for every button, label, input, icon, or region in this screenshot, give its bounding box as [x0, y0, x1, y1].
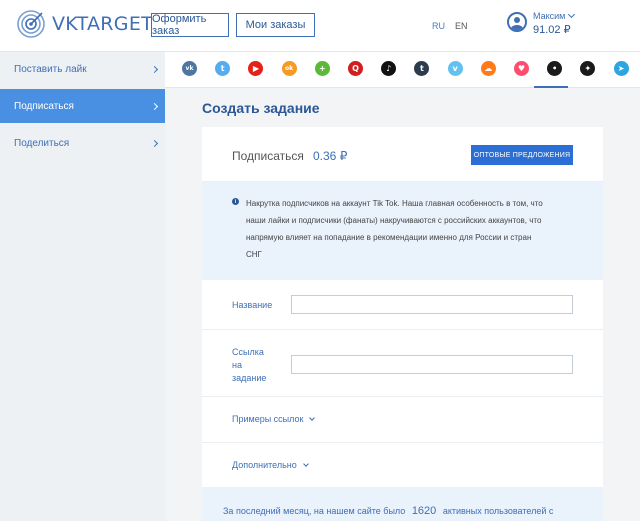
stats-prefix: За последний месяц, на нашем сайте было: [223, 506, 406, 516]
twitter-icon[interactable]: t: [215, 61, 231, 76]
task-type-name: Подписаться: [232, 149, 304, 163]
lang-en-link[interactable]: EN: [455, 21, 468, 31]
green-plus-icon[interactable]: +: [314, 61, 330, 76]
wholesale-offers-button[interactable]: ОПТОВЫЕ ПРЕДЛОЖЕНИЯ: [471, 145, 573, 165]
sidebar: Поставить лайк Подписаться Поделиться: [0, 52, 165, 521]
info-block: i Накрутка подписчиков на аккаунт Tik To…: [202, 182, 603, 280]
additional-label: Дополнительно: [232, 460, 297, 470]
sidebar-item-subscribe[interactable]: Подписаться: [0, 89, 165, 123]
tiktok-icon[interactable]: ♪: [381, 61, 397, 76]
chevron-down-icon: [568, 10, 576, 19]
likee-icon[interactable]: ♥: [514, 61, 529, 76]
page-title: Создать задание: [202, 100, 320, 116]
stats-text: За последний месяц, на нашем сайте было …: [223, 505, 553, 517]
chevron-right-icon: [150, 65, 159, 73]
user-avatar-icon: [507, 12, 527, 32]
logo[interactable]: VKTARGET: [16, 9, 153, 39]
link-label-line: на: [232, 360, 242, 370]
link-label-line: Ссылка: [232, 347, 264, 357]
user-name-text: Максим: [533, 11, 566, 21]
top-header: VKTARGET Оформить заказ Мои заказы RU EN…: [0, 0, 640, 52]
link-label: Ссылка на задание: [232, 346, 266, 385]
vimeo-icon[interactable]: v: [447, 61, 463, 76]
examples-row: Примеры ссылок: [202, 397, 603, 443]
odnoklassniki-icon[interactable]: ok: [281, 61, 297, 76]
user-name[interactable]: Максим: [533, 10, 576, 21]
info-line: Накрутка подписчиков на аккаунт Tik Tok.…: [246, 199, 543, 208]
order-button[interactable]: Оформить заказ: [151, 13, 229, 37]
social-network-tabs: vk t ▶ ok + Q ♪ t v ☁ ♥ • ✦ ➤: [165, 52, 640, 88]
my-orders-button[interactable]: Мои заказы: [236, 13, 315, 37]
chevron-down-icon: [309, 414, 316, 421]
name-label: Название: [232, 300, 273, 310]
logo-text: VKTARGET: [52, 13, 154, 35]
user-balance: 91.02 ₽: [533, 24, 571, 36]
tumblr-icon[interactable]: t: [414, 61, 430, 76]
chevron-down-icon: [302, 460, 309, 467]
info-text: Накрутка подписчиков на аккаунт Tik Tok.…: [246, 195, 586, 263]
active-tab-underline: [534, 86, 568, 88]
soundcloud-icon[interactable]: ☁: [480, 61, 496, 76]
name-input[interactable]: [291, 295, 573, 314]
telegram-icon[interactable]: ➤: [613, 61, 629, 76]
name-row: Название: [202, 280, 603, 330]
quora-icon[interactable]: Q: [348, 61, 363, 76]
additional-toggle[interactable]: Дополнительно: [232, 460, 309, 470]
task-header: Подписаться 0.36 ₽ ОПТОВЫЕ ПРЕДЛОЖЕНИЯ: [202, 127, 603, 182]
user-info: Максим 91.02 ₽: [533, 10, 576, 36]
sidebar-item-share[interactable]: Поделиться: [0, 126, 165, 160]
info-line: СНГ: [246, 250, 262, 259]
user-menu[interactable]: Максим 91.02 ₽: [507, 10, 576, 36]
sidebar-item-label: Подписаться: [14, 100, 74, 112]
vk-icon[interactable]: vk: [182, 61, 197, 76]
task-link-input[interactable]: [291, 355, 573, 374]
examples-label: Примеры ссылок: [232, 414, 304, 424]
info-line: наши лайки и подписчики (фанаты) накручи…: [246, 216, 542, 225]
create-task-card: Подписаться 0.36 ₽ ОПТОВЫЕ ПРЕДЛОЖЕНИЯ i…: [202, 127, 603, 521]
sidebar-item-like[interactable]: Поставить лайк: [0, 52, 165, 86]
chevron-right-icon: [150, 139, 159, 147]
sidebar-item-label: Поставить лайк: [14, 63, 87, 75]
sidebar-item-label: Поделиться: [14, 137, 70, 149]
info-line: напрямую влияет на попадание в рекоменда…: [246, 233, 532, 242]
additional-row: Дополнительно: [202, 443, 603, 487]
target-logo-icon: [17, 10, 45, 38]
link-label-line: задание: [232, 373, 267, 383]
stats-number: 1620: [411, 505, 437, 517]
info-icon: i: [232, 198, 239, 205]
yandex-zen-icon[interactable]: ✦: [580, 61, 596, 76]
lang-ru-link[interactable]: RU: [432, 21, 445, 31]
examples-toggle[interactable]: Примеры ссылок: [232, 414, 316, 424]
reddit-icon[interactable]: •: [547, 61, 563, 76]
stats-suffix: активных пользователей с: [442, 506, 554, 516]
stats-block: За последний месяц, на нашем сайте было …: [202, 487, 603, 521]
link-row: Ссылка на задание: [202, 330, 603, 397]
chevron-right-icon: [150, 102, 159, 110]
task-price: 0.36 ₽: [313, 149, 348, 163]
youtube-icon[interactable]: ▶: [248, 61, 264, 76]
